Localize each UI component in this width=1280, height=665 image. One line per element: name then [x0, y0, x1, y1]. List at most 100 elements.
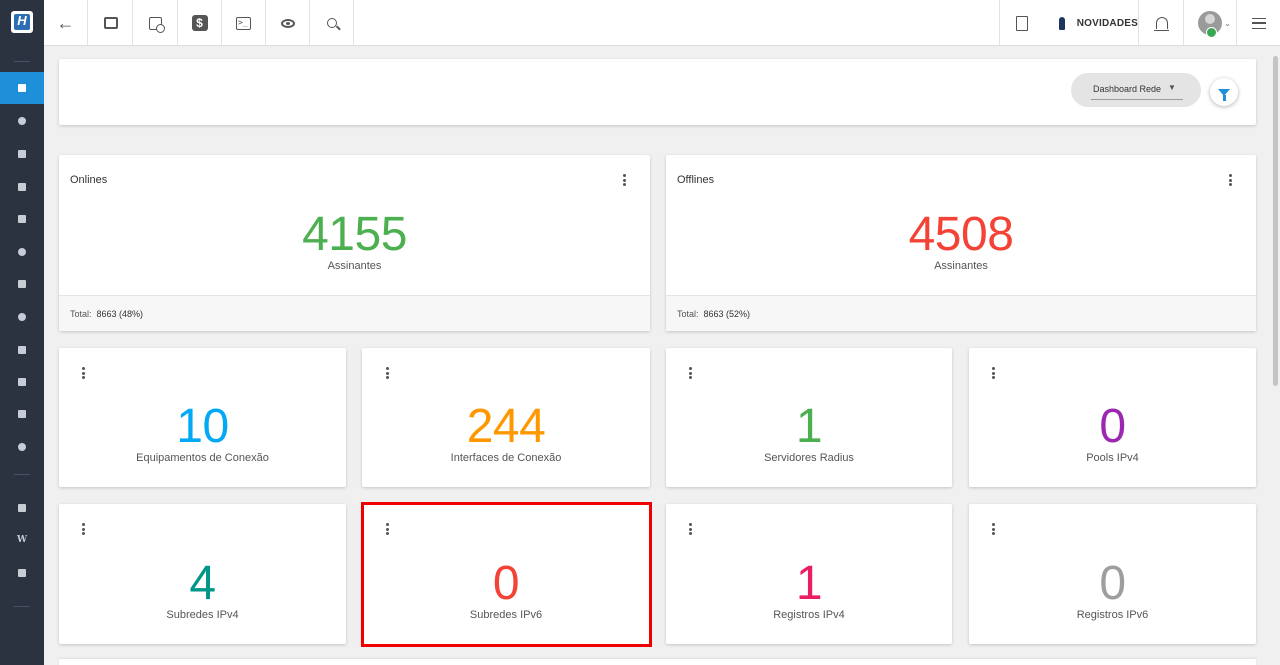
kebab-dot: [991, 532, 995, 535]
card-title: Offlines: [677, 174, 715, 186]
dashboard-header-card: Dashboard Rede ▼: [59, 59, 1256, 125]
kebab-dot: [1228, 178, 1232, 182]
card-menu-button[interactable]: [685, 366, 695, 380]
kebab-dot: [688, 367, 692, 370]
filter-icon: [1218, 88, 1230, 101]
scrollbar-thumb[interactable]: [1273, 56, 1278, 386]
kebab-dot: [81, 371, 85, 375]
sidebar-item-package[interactable]: [0, 236, 44, 268]
contacts-button[interactable]: [89, 0, 133, 46]
kebab-dot: [385, 523, 389, 526]
sidebar-item-settings[interactable]: [0, 431, 44, 463]
card-menu-button[interactable]: [78, 522, 88, 536]
metric-label: Registros IPv6: [1076, 609, 1149, 621]
card-menu-button[interactable]: [988, 366, 998, 380]
card-menu-button[interactable]: [382, 366, 392, 380]
filter-button[interactable]: [1210, 78, 1238, 106]
card-menu-button[interactable]: [1225, 173, 1235, 187]
kebab-dot: [991, 376, 995, 379]
finance-button[interactable]: $: [178, 0, 222, 46]
wiki-icon: W: [16, 535, 28, 545]
kebab-dot: [991, 523, 995, 526]
server-icon: [18, 378, 26, 386]
sidebar-divider: [14, 61, 30, 62]
total-value: 8663 (48%): [96, 308, 144, 319]
kebab-dot: [991, 371, 995, 375]
sidebar-item-wiki[interactable]: W: [0, 524, 44, 556]
pdf-icon: [1015, 15, 1028, 31]
offlines-card: Offlines 4508 Assinantes Total: 8663 (52…: [666, 155, 1256, 331]
metric-card-radius: 1 Servidores Radius: [666, 348, 952, 487]
package-icon: [18, 248, 26, 256]
total-value: 8663 (52%): [703, 308, 751, 319]
notifications-button[interactable]: [1140, 0, 1184, 46]
card-menu-button[interactable]: [78, 366, 88, 380]
pdf-button[interactable]: [999, 0, 1043, 46]
metric-label: Servidores Radius: [764, 452, 854, 464]
metric-value: 0: [1099, 557, 1126, 610]
dashboard-select[interactable]: Dashboard Rede ▼: [1071, 73, 1201, 107]
bell-icon: [1153, 17, 1169, 31]
dollar-icon: $: [191, 15, 208, 31]
kebab-dot: [688, 532, 692, 535]
back-icon: ←: [56, 13, 75, 33]
kebab-dot: [385, 367, 389, 370]
kebab-dot: [1228, 183, 1232, 186]
user-menu-button[interactable]: ⌄: [1193, 0, 1237, 46]
kebab-dot: [622, 183, 626, 186]
card-menu-button[interactable]: [619, 173, 629, 187]
sidebar-item-schedule[interactable]: [0, 203, 44, 235]
kebab-dot: [81, 376, 85, 379]
card-menu-button[interactable]: [685, 522, 695, 536]
sidebar-item-network[interactable]: [0, 105, 44, 137]
network-icon: [18, 117, 26, 125]
list-icon: [1252, 17, 1266, 29]
metric-card-interfaces: 244 Interfaces de Conexão: [362, 348, 650, 487]
metric-label: Interfaces de Conexão: [450, 452, 562, 464]
terminal-button[interactable]: >_: [222, 0, 266, 46]
view-button[interactable]: [266, 0, 310, 46]
contact-card-icon: [103, 17, 118, 29]
search-button[interactable]: [310, 0, 354, 46]
card-menu-button[interactable]: [382, 522, 392, 536]
card-footer: Total: 8663 (52%): [666, 295, 1256, 331]
dashboard-icon: [18, 84, 26, 92]
sidebar-item-money[interactable]: [0, 268, 44, 300]
page-scrollbar[interactable]: [1270, 46, 1280, 665]
sidebar-item-chat[interactable]: [0, 557, 44, 589]
metric-card-registros-ipv6: 0 Registros IPv6: [969, 504, 1256, 644]
calendar-clock-icon: [149, 16, 165, 33]
sidebar-item-map[interactable]: [0, 301, 44, 333]
sidebar-item-file[interactable]: [0, 398, 44, 430]
youtube-icon: [18, 504, 26, 512]
menu-list-button[interactable]: [1237, 0, 1280, 46]
select-caret-icon: ▼: [1168, 83, 1176, 92]
total-label: Total:: [70, 308, 92, 319]
kebab-dot: [1228, 174, 1232, 177]
kebab-dot: [688, 376, 692, 379]
sidebar-item-document[interactable]: [0, 334, 44, 366]
app-logo[interactable]: H: [11, 11, 33, 33]
card-menu-button[interactable]: [988, 522, 998, 536]
schedule-button[interactable]: [134, 0, 178, 46]
map-pin-icon: [18, 313, 26, 321]
chat-icon: [18, 569, 26, 577]
sidebar-item-server[interactable]: [0, 366, 44, 398]
sidebar-item-contacts[interactable]: [0, 138, 44, 170]
settings-icon: [18, 443, 26, 451]
metric-label: Registros IPv4: [773, 609, 845, 621]
metric-value: 1: [795, 400, 823, 453]
kebab-dot: [688, 523, 692, 526]
metric-value: 10: [176, 400, 229, 453]
sidebar-item-board[interactable]: [0, 171, 44, 203]
kebab-dot: [385, 527, 389, 531]
sidebar-item-dashboard[interactable]: [0, 72, 44, 104]
kebab-dot: [81, 532, 85, 535]
metric-value: 244: [466, 400, 546, 453]
kebab-dot: [688, 371, 692, 375]
back-button[interactable]: ←: [44, 0, 88, 46]
novidades-button[interactable]: NOVIDADES: [1043, 0, 1139, 46]
sidebar-item-youtube[interactable]: [0, 492, 44, 524]
board-icon: [18, 183, 26, 191]
contacts-icon: [18, 150, 26, 158]
